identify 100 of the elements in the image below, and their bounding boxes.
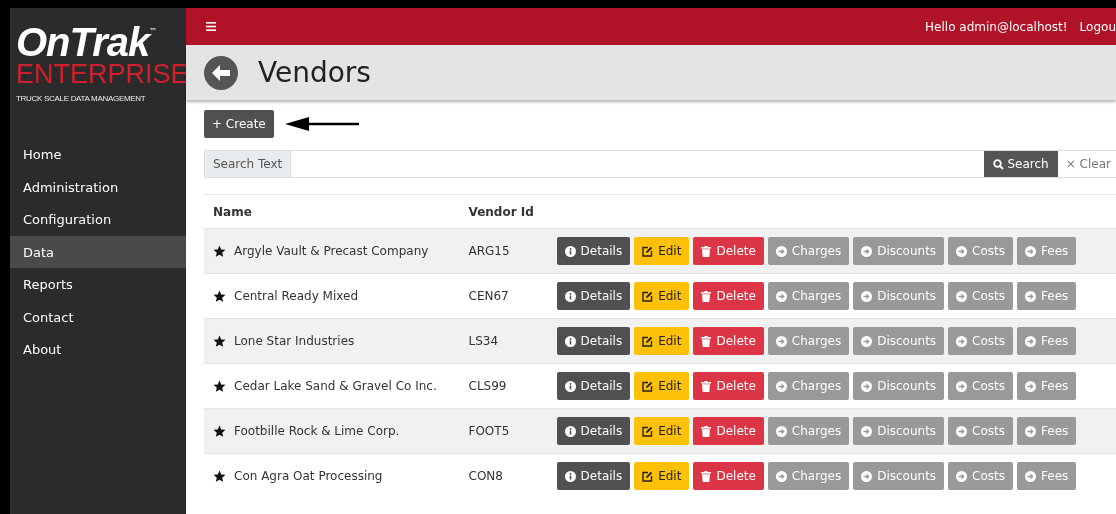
link-button[interactable]: Costs bbox=[948, 417, 1014, 445]
sidebar-item[interactable]: About bbox=[10, 333, 186, 366]
link-button[interactable]: Discounts bbox=[853, 462, 945, 491]
link-button[interactable]: Fees bbox=[1017, 372, 1077, 400]
vendor-id: CON8 bbox=[468, 469, 503, 484]
edit-button[interactable]: Edit bbox=[634, 282, 690, 310]
star-icon[interactable] bbox=[213, 379, 226, 393]
sidebar-item[interactable]: Home bbox=[10, 138, 186, 171]
link-button[interactable]: Charges bbox=[767, 462, 850, 491]
arrow-right-icon bbox=[1025, 425, 1037, 437]
link-button[interactable]: Costs bbox=[948, 372, 1014, 400]
link-button[interactable]: Fees bbox=[1017, 237, 1077, 265]
link-button[interactable]: Costs bbox=[948, 327, 1014, 355]
arrow-right-icon bbox=[775, 425, 787, 437]
star-icon[interactable] bbox=[213, 469, 226, 483]
vendor-name: Central Ready Mixed bbox=[234, 288, 358, 305]
link-button[interactable]: Costs bbox=[948, 237, 1014, 265]
link-button[interactable]: Charges bbox=[767, 327, 850, 355]
logo-subtitle: ENTERPRISE bbox=[16, 61, 189, 87]
delete-button[interactable]: Delete bbox=[693, 282, 764, 310]
details-button[interactable]: Details bbox=[556, 282, 631, 310]
link-button[interactable]: Discounts bbox=[853, 282, 945, 310]
page-title: Vendors bbox=[258, 54, 371, 91]
column-header: Vendor Id bbox=[468, 204, 534, 219]
arrow-right-icon bbox=[861, 245, 873, 257]
edit-button[interactable]: Edit bbox=[634, 417, 690, 445]
arrow-right-icon bbox=[861, 290, 873, 302]
arrow-right-icon bbox=[861, 335, 873, 347]
arrow-right-icon bbox=[956, 335, 968, 347]
star-icon[interactable] bbox=[213, 244, 226, 258]
delete-button[interactable]: Delete bbox=[693, 327, 764, 355]
trash-icon bbox=[701, 425, 712, 437]
star-icon[interactable] bbox=[213, 424, 226, 438]
star-icon[interactable] bbox=[213, 334, 226, 348]
delete-button[interactable]: Delete bbox=[693, 237, 764, 265]
arrow-right-icon bbox=[861, 425, 873, 437]
arrow-right-icon bbox=[1025, 290, 1037, 302]
link-button[interactable]: Fees bbox=[1017, 462, 1077, 491]
back-icon[interactable] bbox=[204, 55, 238, 90]
link-button[interactable]: Fees bbox=[1017, 327, 1077, 355]
greeting-text: Hello admin@localhost! bbox=[925, 18, 1068, 36]
details-button[interactable]: Details bbox=[556, 462, 631, 491]
pencil-square-icon bbox=[642, 470, 654, 482]
vendor-name: Argyle Vault & Precast Company bbox=[234, 243, 429, 260]
vendor-id: CLS99 bbox=[468, 379, 507, 393]
arrow-right-icon bbox=[775, 290, 787, 302]
details-button[interactable]: Details bbox=[556, 327, 631, 355]
vendor-id: CEN67 bbox=[468, 289, 509, 303]
link-button[interactable]: Charges bbox=[767, 282, 850, 310]
link-button[interactable]: Fees bbox=[1017, 417, 1077, 445]
delete-button[interactable]: Delete bbox=[693, 372, 764, 400]
edit-button[interactable]: Edit bbox=[634, 462, 690, 491]
edit-button[interactable]: Edit bbox=[634, 237, 690, 265]
delete-button[interactable]: Delete bbox=[693, 417, 764, 445]
link-button[interactable]: Discounts bbox=[853, 372, 945, 400]
sidebar-item[interactable]: Reports bbox=[10, 268, 186, 301]
pencil-square-icon bbox=[642, 425, 654, 437]
menu-icon[interactable] bbox=[206, 22, 216, 31]
link-button[interactable]: Discounts bbox=[853, 237, 945, 265]
link-button[interactable]: Charges bbox=[767, 372, 850, 400]
info-icon bbox=[564, 470, 576, 482]
arrow-right-icon bbox=[956, 425, 968, 437]
pencil-square-icon bbox=[642, 335, 654, 347]
brand-logo: OnTrak bbox=[16, 24, 150, 60]
edit-button[interactable]: Edit bbox=[634, 372, 690, 400]
link-button[interactable]: Costs bbox=[948, 462, 1014, 491]
delete-button[interactable]: Delete bbox=[693, 462, 764, 491]
link-button[interactable]: Charges bbox=[767, 417, 850, 445]
star-icon[interactable] bbox=[213, 289, 226, 303]
edit-button[interactable]: Edit bbox=[634, 327, 690, 355]
trash-icon bbox=[701, 245, 712, 257]
vendor-name: Footbille Rock & Lime Corp. bbox=[234, 423, 400, 440]
link-button[interactable]: Discounts bbox=[853, 327, 945, 355]
details-button[interactable]: Details bbox=[556, 237, 631, 265]
details-button[interactable]: Details bbox=[556, 372, 631, 400]
vendor-name: Lone Star Industries bbox=[234, 333, 355, 350]
create-button[interactable]: + Create bbox=[204, 110, 274, 138]
column-header: Name bbox=[213, 204, 252, 219]
link-button[interactable]: Fees bbox=[1017, 282, 1077, 310]
vendor-id: ARG15 bbox=[468, 244, 510, 258]
pencil-square-icon bbox=[642, 290, 654, 302]
trash-icon bbox=[701, 290, 712, 302]
link-button[interactable]: Costs bbox=[948, 282, 1014, 310]
link-button[interactable]: Charges bbox=[767, 237, 850, 265]
link-button[interactable]: Discounts bbox=[853, 417, 945, 445]
logout-link[interactable]: Logou bbox=[1079, 17, 1116, 36]
info-icon bbox=[564, 335, 576, 347]
sidebar-item[interactable]: Data bbox=[10, 235, 186, 268]
sidebar-item[interactable]: Contact bbox=[10, 300, 186, 333]
arrow-right-icon bbox=[861, 380, 873, 392]
arrow-right-icon bbox=[956, 470, 968, 482]
trash-icon bbox=[701, 335, 712, 347]
sidebar-item[interactable]: Administration bbox=[10, 170, 186, 203]
details-button[interactable]: Details bbox=[556, 417, 631, 445]
arrow-right-icon bbox=[775, 470, 787, 482]
info-icon bbox=[564, 425, 576, 437]
arrow-right-icon bbox=[956, 380, 968, 392]
arrow-right-icon bbox=[1025, 380, 1037, 392]
sidebar-item[interactable]: Configuration bbox=[10, 203, 186, 236]
vendor-id: FOOT5 bbox=[468, 424, 510, 438]
